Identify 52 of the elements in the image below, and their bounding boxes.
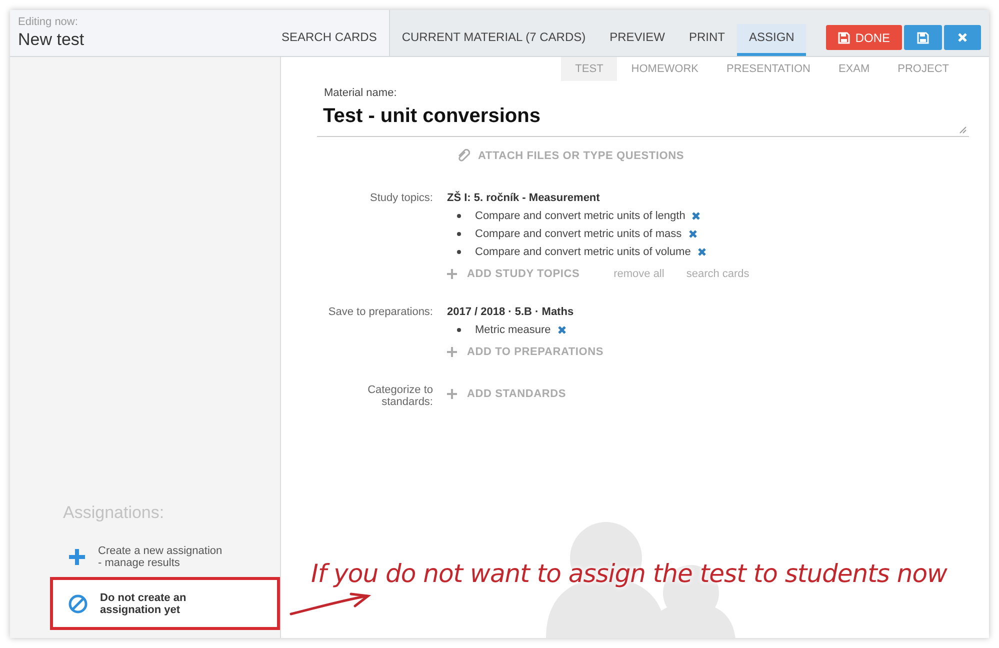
- plus-icon: [447, 347, 457, 357]
- field-label: Save to preparations:: [327, 306, 433, 320]
- editing-caption: Editing now:: [18, 16, 79, 28]
- nav-tab[interactable]: ASSIGN: [736, 24, 806, 56]
- field-label: Study topics:: [369, 192, 433, 206]
- list-item: Compare and convert metric units of mass: [475, 228, 682, 240]
- field-label: Material name:: [324, 87, 398, 99]
- bullet-icon: [457, 232, 461, 236]
- save-button[interactable]: [904, 25, 942, 50]
- nav-tab[interactable]: CURRENT MATERIAL (7 CARDS): [390, 32, 598, 56]
- list-item: Compare and convert metric units of length: [475, 210, 686, 222]
- remove-icon: [691, 211, 702, 221]
- annotation-text: If you do not want to assign the test to students now: [311, 559, 947, 588]
- document-title: New test: [18, 30, 86, 50]
- type-tab[interactable]: EXAM: [824, 57, 884, 81]
- add-link[interactable]: ADD STUDY TOPICS: [447, 268, 580, 280]
- attach-link[interactable]: ATTACH FILES OR TYPE QUESTIONS: [478, 150, 684, 162]
- bullet-icon: [457, 250, 461, 254]
- done-button[interactable]: DONE: [826, 25, 902, 50]
- nav-tab[interactable]: PREVIEW: [598, 32, 677, 56]
- group-heading: ZŠ I: 5. ročník - Measurement: [447, 192, 601, 204]
- resize-grip-icon: [959, 126, 967, 134]
- add-link[interactable]: ADD STANDARDS: [447, 388, 566, 400]
- text-link[interactable]: remove all: [614, 268, 664, 280]
- close-button[interactable]: [944, 25, 981, 50]
- save-icon: [838, 32, 850, 44]
- list-item: Metric measure: [475, 324, 551, 336]
- close-icon: [957, 32, 968, 43]
- remove-icon: [556, 325, 567, 335]
- add-link[interactable]: ADD TO PREPARATIONS: [447, 346, 604, 358]
- paperclip-icon: [456, 149, 470, 162]
- save-icon: [917, 32, 929, 44]
- type-tab[interactable]: PROJECT: [884, 57, 963, 81]
- plus-icon: [447, 389, 457, 399]
- nav-tab[interactable]: PRINT: [676, 32, 737, 56]
- assignation-option[interactable]: Do not create an assignation yet: [50, 577, 280, 630]
- type-tab[interactable]: HOMEWORK: [617, 57, 713, 81]
- remove-icon: [688, 229, 698, 239]
- group-heading: 2017 / 2018 · 5.B · Maths: [447, 306, 575, 318]
- text-link[interactable]: search cards: [686, 268, 750, 280]
- nav-tab[interactable]: SEARCH CARDS: [269, 32, 389, 56]
- type-tab[interactable]: TEST: [561, 57, 618, 81]
- bullet-icon: [457, 214, 461, 218]
- list-item: Compare and convert metric units of volume: [475, 246, 691, 258]
- plus-icon: [68, 548, 86, 566]
- bullet-icon: [457, 328, 461, 332]
- assignation-option[interactable]: Create a new assignation - manage results: [10, 537, 280, 577]
- type-tab[interactable]: PRESENTATION: [712, 57, 824, 81]
- plus-icon: [447, 269, 457, 279]
- field-label: Categorize to standards:: [366, 384, 433, 408]
- remove-icon: [696, 247, 707, 257]
- prohibited-icon: [68, 594, 88, 614]
